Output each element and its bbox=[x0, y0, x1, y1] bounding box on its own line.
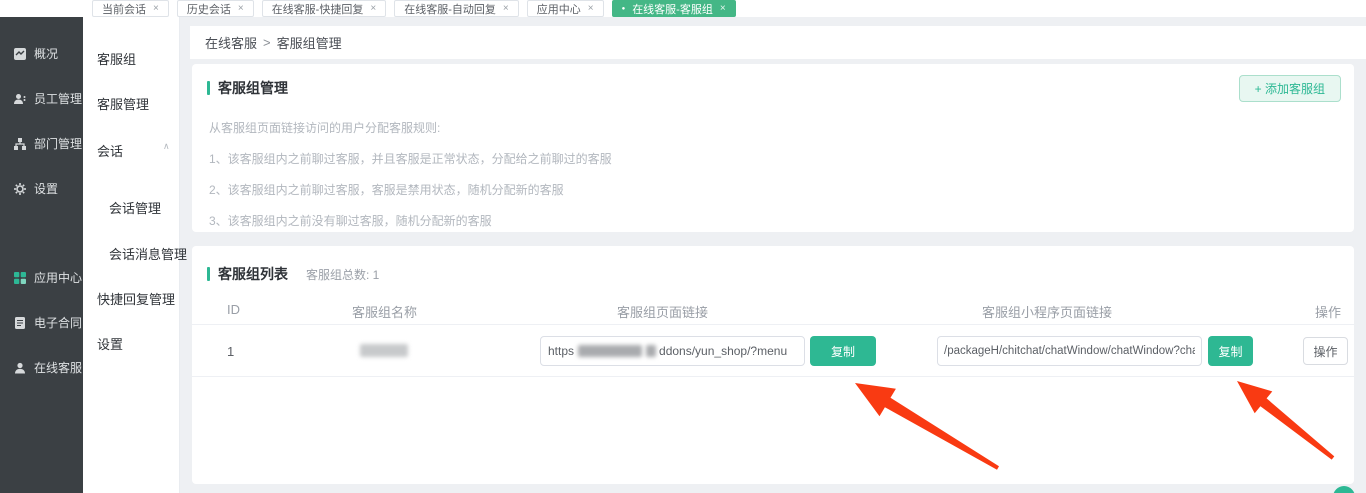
tab-label: 当前会话 bbox=[102, 1, 146, 17]
tab-quick-reply[interactable]: 在线客服-快捷回复 × bbox=[262, 0, 387, 17]
group-list-card: 客服组列表 客服组总数: 1 ID 客服组名称 客服组页面链接 客服组小程序页面… bbox=[192, 246, 1354, 484]
redacted-url-segment bbox=[646, 345, 656, 357]
sidebar-item-online-service[interactable]: 在线客服 bbox=[13, 359, 82, 376]
module-submenu: 客服组 客服管理 会话 ∧ 会话管理 会话消息管理 快捷回复管理 设置 bbox=[83, 17, 180, 493]
group-total-label: 客服组总数: 1 bbox=[306, 266, 379, 283]
page-link-suffix: ddons/yun_shop/?menu bbox=[659, 344, 787, 358]
page-link-field[interactable]: https ddons/yun_shop/?menu bbox=[540, 336, 805, 366]
tab-current-session[interactable]: 当前会话 × bbox=[92, 0, 169, 17]
section-title: 客服组管理 bbox=[218, 78, 288, 98]
submenu-item-service-group[interactable]: 客服组 bbox=[97, 49, 136, 68]
tab-bar: 当前会话 × 历史会话 × 在线客服-快捷回复 × 在线客服-自动回复 × 应用… bbox=[0, 0, 1366, 17]
breadcrumb-current: 客服组管理 bbox=[277, 33, 342, 52]
tab-auto-reply[interactable]: 在线客服-自动回复 × bbox=[394, 0, 519, 17]
close-icon[interactable]: × bbox=[503, 4, 509, 14]
column-header-name: 客服组名称 bbox=[352, 302, 417, 321]
overview-icon bbox=[13, 47, 27, 61]
department-icon bbox=[13, 137, 27, 151]
tab-label: 在线客服-自动回复 bbox=[404, 1, 496, 17]
mini-program-link-field[interactable] bbox=[937, 336, 1202, 366]
tab-label: 历史会话 bbox=[187, 1, 231, 17]
breadcrumb-separator: > bbox=[263, 35, 271, 50]
sidebar-item-app-center[interactable]: 应用中心 bbox=[13, 269, 82, 286]
tab-app-center[interactable]: 应用中心 × bbox=[527, 0, 604, 17]
close-icon[interactable]: × bbox=[588, 4, 594, 14]
submenu-item-session[interactable]: 会话 ∧ bbox=[97, 141, 167, 160]
submenu-item-service-management[interactable]: 客服管理 bbox=[97, 94, 149, 113]
submenu-item-label: 会话 bbox=[97, 144, 123, 159]
sidebar-item-overview[interactable]: 概况 bbox=[13, 45, 58, 62]
close-icon[interactable]: × bbox=[370, 4, 376, 14]
page-link-prefix: https bbox=[548, 344, 574, 358]
copy-page-link-button[interactable]: 复制 bbox=[810, 336, 876, 366]
close-icon[interactable]: × bbox=[720, 4, 726, 14]
close-icon[interactable]: × bbox=[238, 4, 244, 14]
submenu-item-settings[interactable]: 设置 bbox=[97, 334, 123, 353]
sidebar-item-contract[interactable]: 电子合同 bbox=[13, 314, 82, 331]
breadcrumb-parent[interactable]: 在线客服 bbox=[205, 33, 257, 52]
sidebar-item-label: 设置 bbox=[34, 180, 58, 197]
column-header-id: ID bbox=[227, 302, 240, 317]
sidebar-item-label: 员工管理 bbox=[34, 90, 82, 107]
section-title: 客服组列表 bbox=[218, 264, 288, 284]
table-header-row: ID 客服组名称 客服组页面链接 客服组小程序页面链接 操作 bbox=[192, 296, 1354, 325]
staff-icon bbox=[13, 92, 27, 106]
rule-item: 2、该客服组内之前聊过客服，客服是禁用状态，随机分配新的客服 bbox=[209, 175, 612, 206]
tab-label: 在线客服-客服组 bbox=[632, 1, 713, 17]
redacted-url-segment bbox=[578, 345, 642, 357]
app-sidebar: 概况 员工管理 部门管理 设置 应用中心 电子合同 在线客服 bbox=[0, 17, 83, 493]
sidebar-item-label: 应用中心 bbox=[34, 269, 82, 286]
main-content: 在线客服 > 客服组管理 客服组管理 + 添加客服组 从客服组页面链接访问的用户… bbox=[180, 17, 1366, 493]
rule-item: 1、该客服组内之前聊过客服，并且客服是正常状态，分配给之前聊过的客服 bbox=[209, 144, 612, 175]
copy-mini-program-link-button[interactable]: 复制 bbox=[1208, 336, 1253, 366]
submenu-item-quick-reply-management[interactable]: 快捷回复管理 bbox=[97, 289, 175, 308]
contract-icon bbox=[13, 316, 27, 330]
sidebar-item-label: 概况 bbox=[34, 45, 58, 62]
rule-item: 3、该客服组内之前没有聊过客服，随机分配新的客服 bbox=[209, 206, 612, 237]
sidebar-item-department[interactable]: 部门管理 bbox=[13, 135, 82, 152]
submenu-item-session-message-management[interactable]: 会话消息管理 bbox=[109, 244, 187, 263]
apps-grid-icon bbox=[13, 271, 27, 285]
tab-label: 在线客服-快捷回复 bbox=[272, 1, 364, 17]
sidebar-item-staff[interactable]: 员工管理 bbox=[13, 90, 82, 107]
cell-id: 1 bbox=[227, 344, 234, 359]
page: 当前会话 × 历史会话 × 在线客服-快捷回复 × 在线客服-自动回复 × 应用… bbox=[0, 0, 1366, 493]
gear-icon bbox=[13, 182, 27, 196]
customer-service-icon bbox=[13, 361, 27, 375]
tab-service-group-active[interactable]: ● 在线客服-客服组 × bbox=[612, 0, 736, 17]
chevron-up-icon: ∧ bbox=[163, 141, 170, 152]
section-accent-bar bbox=[207, 81, 210, 95]
sidebar-item-label: 部门管理 bbox=[34, 135, 82, 152]
sidebar-item-label: 电子合同 bbox=[34, 314, 82, 331]
sidebar-item-label: 在线客服 bbox=[34, 359, 82, 376]
column-header-action: 操作 bbox=[1315, 302, 1341, 321]
row-action-button[interactable]: 操作 bbox=[1303, 337, 1348, 365]
redacted-group-name bbox=[360, 344, 408, 357]
group-management-card: 客服组管理 + 添加客服组 从客服组页面链接访问的用户分配客服规则: 1、该客服… bbox=[192, 64, 1354, 232]
breadcrumb: 在线客服 > 客服组管理 bbox=[190, 26, 1366, 59]
submenu-item-session-management[interactable]: 会话管理 bbox=[109, 198, 161, 217]
sidebar-item-settings[interactable]: 设置 bbox=[13, 180, 58, 197]
column-header-page-link: 客服组页面链接 bbox=[617, 302, 708, 321]
active-dot-icon: ● bbox=[622, 6, 626, 12]
tab-history-session[interactable]: 历史会话 × bbox=[177, 0, 254, 17]
column-header-mini-program-link: 客服组小程序页面链接 bbox=[982, 302, 1112, 321]
add-service-group-button[interactable]: + 添加客服组 bbox=[1239, 75, 1341, 102]
table-row: 1 https ddons/yun_shop/?menu 复制 复制 操作 bbox=[192, 325, 1354, 377]
section-accent-bar bbox=[207, 267, 210, 281]
tab-label: 应用中心 bbox=[537, 1, 581, 17]
assignment-rules: 从客服组页面链接访问的用户分配客服规则: 1、该客服组内之前聊过客服，并且客服是… bbox=[209, 113, 612, 237]
close-icon[interactable]: × bbox=[153, 4, 159, 14]
rules-title: 从客服组页面链接访问的用户分配客服规则: bbox=[209, 113, 612, 144]
